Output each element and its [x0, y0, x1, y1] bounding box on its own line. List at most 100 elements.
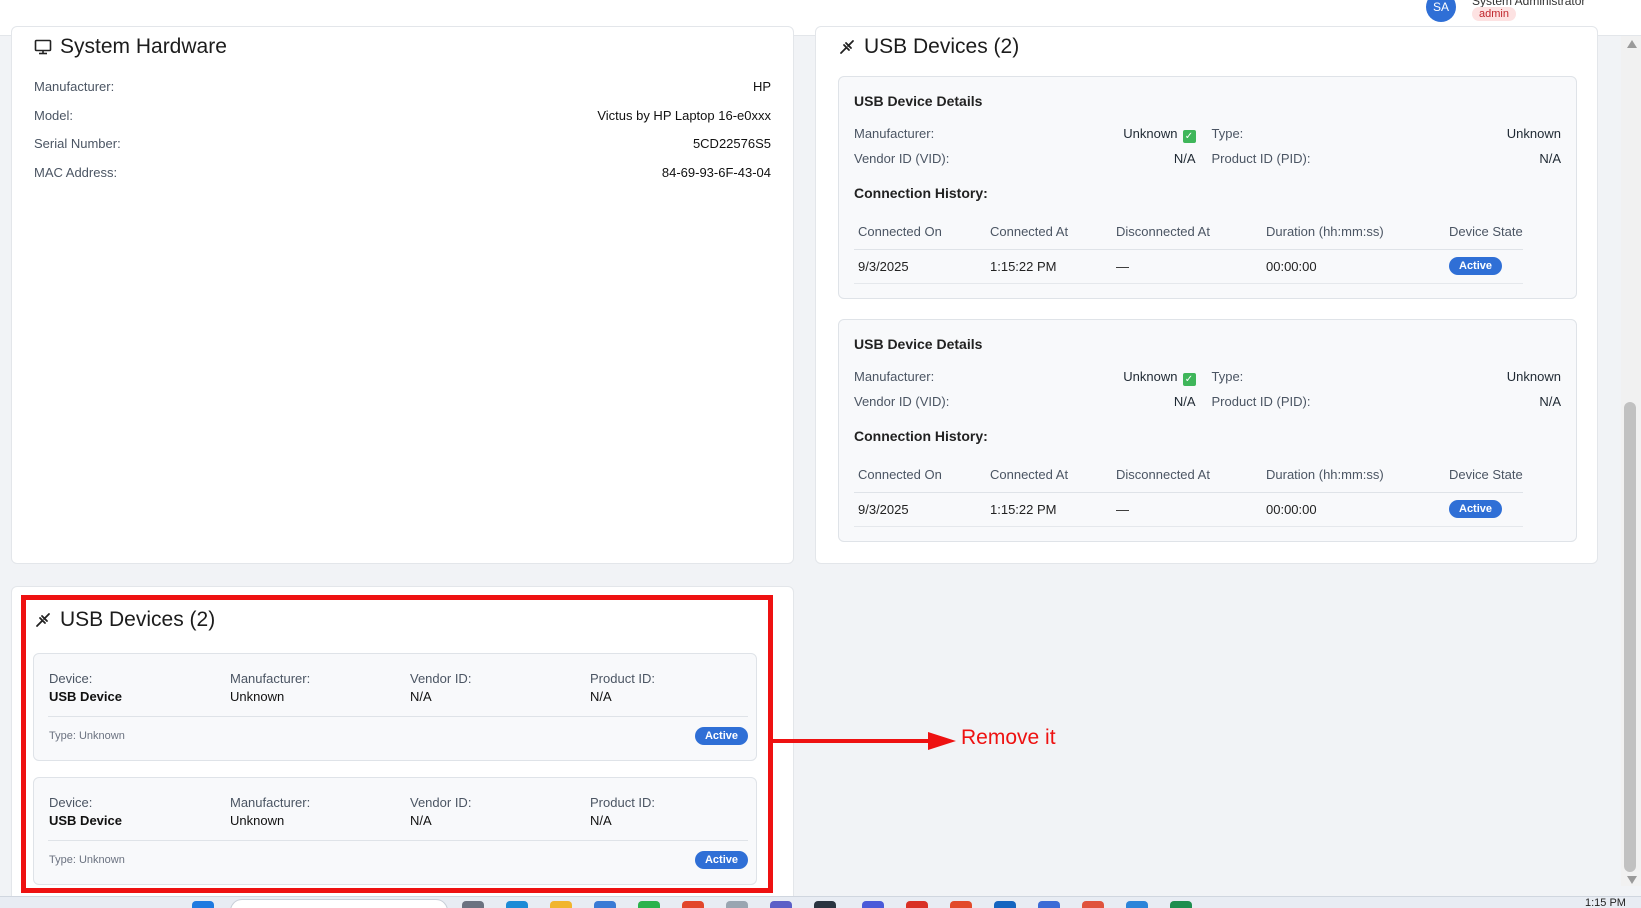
- manufacturer-label: Manufacturer:: [230, 795, 311, 810]
- vid-value: N/A: [1173, 151, 1196, 166]
- task-view-icon[interactable]: [462, 901, 484, 908]
- terminal-icon[interactable]: [1038, 901, 1060, 908]
- annotation-arrow-head-icon: [928, 732, 956, 750]
- hw-value: Victus by HP Laptop 16-e0xxx: [597, 108, 771, 123]
- scrollbar-thumb[interactable]: [1624, 402, 1636, 872]
- usb-device-item: Device: USB Device Manufacturer: Unknown V…: [33, 653, 757, 761]
- device-details-heading: USB Device Details: [854, 93, 983, 109]
- app-icon[interactable]: [862, 901, 884, 908]
- store-icon[interactable]: [594, 901, 616, 908]
- hw-value: 84-69-93-6F-43-04: [661, 165, 771, 180]
- usb-device-details: USB Device Details Manufacturer: Unknown ✓…: [838, 76, 1577, 299]
- vendor-id-value: N/A: [410, 689, 432, 704]
- hw-value: 5CD22576S5: [692, 136, 771, 151]
- vendor-id-label: Vendor ID:: [410, 795, 472, 810]
- connection-history-table: Connected On Connected At Disconnected A…: [854, 215, 1523, 284]
- app-icon[interactable]: [950, 901, 972, 908]
- table-row: 9/3/2025 1:15:22 PM — 00:00:00 Active: [854, 492, 1523, 527]
- status-badge: Active: [1449, 257, 1503, 275]
- column-header: Connected On: [854, 215, 986, 250]
- excel-icon[interactable]: [1170, 901, 1192, 908]
- usb-device-item: Device: USB Device Manufacturer: Unknown V…: [33, 777, 757, 885]
- product-col: Product ID: N/A: [590, 671, 655, 704]
- table-header-row: Connected On Connected At Disconnected A…: [854, 215, 1523, 250]
- column-header: Connected At: [986, 458, 1112, 493]
- connection-history-title: Connection History:: [854, 428, 988, 444]
- hw-value: HP: [752, 79, 771, 94]
- hw-label: Serial Number:: [34, 136, 121, 151]
- windows-start-icon[interactable]: [192, 901, 214, 908]
- column-header: Connected At: [986, 215, 1112, 250]
- system-hardware-title: System Hardware: [34, 35, 227, 59]
- calendar-icon[interactable]: [1126, 901, 1148, 908]
- disconnected-at-cell: —: [1112, 249, 1262, 284]
- check-icon: ✓: [1182, 373, 1196, 386]
- user-avatar[interactable]: SA: [1426, 0, 1456, 22]
- usb-device-details: USB Device Details Manufacturer: Unknown ✓…: [838, 319, 1577, 542]
- system-hardware-title-text: System Hardware: [60, 35, 227, 58]
- scroll-down-arrow-icon[interactable]: [1627, 876, 1637, 884]
- manufacturer-value: Unknown: [1123, 369, 1178, 384]
- role-badge: admin: [1472, 7, 1516, 21]
- manufacturer-label: Manufacturer:: [854, 369, 935, 384]
- edge-browser-icon[interactable]: [506, 901, 528, 908]
- device-info-row: Manufacturer: Unknown ✓ Type: Unknown: [854, 369, 1561, 386]
- app-icon[interactable]: [994, 901, 1016, 908]
- status-badge: Active: [694, 727, 748, 745]
- vendor-id-value: N/A: [410, 813, 432, 828]
- product-id-value: N/A: [590, 813, 612, 828]
- usb-summary-card: USB Devices (2) Device: USB Device Manufa…: [11, 586, 794, 906]
- device-details-heading: USB Device Details: [854, 336, 983, 352]
- taskbar-clock[interactable]: 1:15 PM: [1585, 897, 1626, 908]
- column-header: Disconnected At: [1112, 458, 1262, 493]
- pid-value: N/A: [1539, 394, 1561, 409]
- system-hardware-card: System Hardware Manufacturer: HP Model: Vi…: [11, 26, 794, 564]
- connection-history-table: Connected On Connected At Disconnected A…: [854, 458, 1523, 527]
- app-icon[interactable]: [682, 901, 704, 908]
- vendor-id-label: Vendor ID:: [410, 671, 472, 686]
- connected-at-cell: 1:15:22 PM: [986, 249, 1112, 284]
- vid-value: N/A: [1173, 394, 1196, 409]
- usb-details-card: USB Devices (2) USB Device Details Manuf…: [815, 26, 1598, 564]
- check-icon: ✓: [1182, 130, 1196, 143]
- hw-label: Model:: [34, 108, 74, 123]
- chrome-icon[interactable]: [638, 901, 660, 908]
- app-icon[interactable]: [1082, 901, 1104, 908]
- notepad-icon[interactable]: [726, 901, 748, 908]
- duration-cell: 00:00:00: [1262, 492, 1445, 527]
- manufacturer-value: Unknown: [230, 689, 285, 704]
- manufacturer-label: Manufacturer:: [230, 671, 311, 686]
- type-label: Type:: [1211, 369, 1244, 384]
- pid-label: Product ID (PID):: [1211, 394, 1311, 409]
- device-state-cell: Active: [1445, 249, 1523, 284]
- duration-cell: 00:00:00: [1262, 249, 1445, 284]
- teams-icon[interactable]: [770, 901, 792, 908]
- scroll-up-arrow-icon[interactable]: [1627, 40, 1637, 48]
- status-badge: Active: [694, 851, 748, 869]
- device-value: USB Device: [49, 813, 122, 828]
- manufacturer-label: Manufacturer:: [854, 126, 935, 141]
- connected-on-cell: 9/3/2025: [854, 249, 986, 284]
- divider: [48, 716, 748, 717]
- hw-label: MAC Address:: [34, 165, 118, 180]
- manufacturer-col: Manufacturer: Unknown: [230, 671, 310, 704]
- app-icon[interactable]: [906, 901, 928, 908]
- divider: [48, 840, 748, 841]
- hw-row-manufacturer: Manufacturer: HP: [34, 79, 771, 94]
- app-icon[interactable]: [814, 901, 836, 908]
- vendor-col: Vendor ID: N/A: [410, 795, 471, 828]
- hw-row-model: Model: Victus by HP Laptop 16-e0xxx: [34, 108, 771, 123]
- connected-on-cell: 9/3/2025: [854, 492, 986, 527]
- device-col: Device: USB Device: [49, 795, 122, 828]
- usb-plug-icon: [840, 40, 854, 54]
- usb-plug-icon: [36, 613, 50, 627]
- status-badge: Active: [1449, 500, 1503, 518]
- file-explorer-icon[interactable]: [550, 901, 572, 908]
- device-value: USB Device: [49, 689, 122, 704]
- product-id-label: Product ID:: [590, 671, 656, 686]
- annotation-text: Remove it: [961, 726, 1056, 749]
- device-id-row: Vendor ID (VID): N/A Product ID (PID): N/A: [854, 394, 1561, 409]
- table-header-row: Connected On Connected At Disconnected A…: [854, 458, 1523, 493]
- taskbar-search-box[interactable]: [230, 899, 448, 908]
- connected-at-cell: 1:15:22 PM: [986, 492, 1112, 527]
